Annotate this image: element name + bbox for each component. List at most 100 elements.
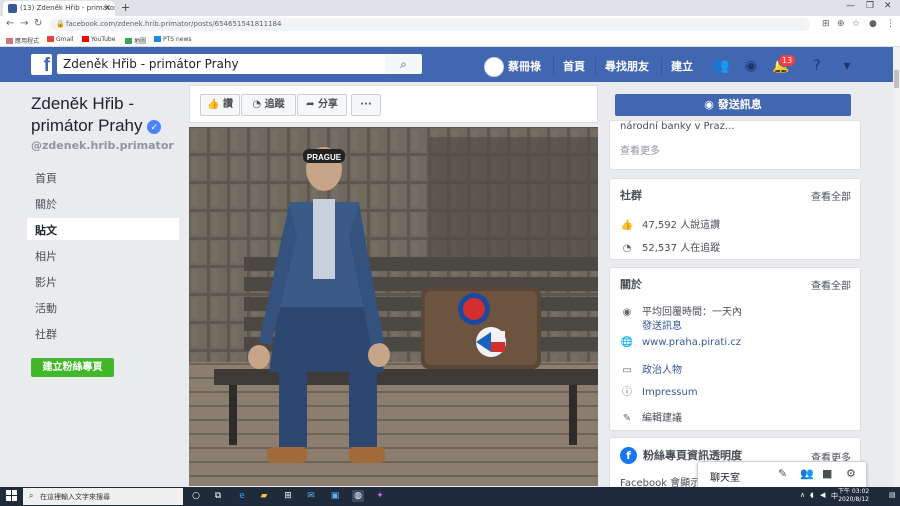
category-link[interactable]: 政治人物 [642, 365, 682, 376]
sidebar-item-about[interactable]: 關於 [27, 192, 179, 214]
pencil-icon: ✎ [622, 413, 632, 424]
create-page-button[interactable]: 建立粉絲專頁 [31, 358, 114, 377]
browser-tab[interactable]: (13) Zdeněk Hřib - primátor Pr... × [3, 1, 115, 16]
volume-icon[interactable]: ◀ [820, 491, 825, 499]
verified-badge-icon: ✓ [147, 120, 162, 134]
sidebar-item-photos[interactable]: 相片 [27, 244, 179, 266]
category-row: ▭ 政治人物 [620, 361, 682, 376]
about-card: 關於 查看全部 ◉ 平均回覆時間：一天內 發送訊息 🌐 www.praha.pira… [609, 267, 861, 431]
website-link[interactable]: www.praha.pirati.cz [642, 337, 741, 348]
page-action-bar: 👍 讚 ◔ 追蹤 ➦ 分享 ··· [189, 85, 598, 123]
facebook-logo-icon[interactable]: f [31, 54, 52, 76]
clock-time: 下午 03:02 [838, 488, 870, 495]
taskbar-search-input[interactable]: ⌕ 在這裡輸入文字來搜尋 [23, 488, 183, 505]
nav-home[interactable]: 首頁 [563, 58, 585, 74]
photos-icon[interactable]: ▣ [329, 490, 341, 502]
header-divider [595, 57, 596, 75]
taskbar-clock[interactable]: 下午 03:02 2020/8/12 [838, 488, 869, 504]
task-view-icon[interactable]: ⧉ [212, 490, 224, 502]
scrollbar-thumb[interactable] [894, 70, 899, 88]
ime-indicator[interactable]: 中 [831, 491, 838, 501]
edge-icon[interactable]: e [236, 490, 248, 502]
forward-icon[interactable]: → [20, 18, 28, 29]
translate-icon[interactable]: ⊞ [822, 19, 830, 29]
help-icon[interactable]: ? [807, 56, 827, 76]
cap-text: PRAGUE [307, 153, 342, 162]
avatar[interactable] [484, 57, 504, 77]
gmail-icon [47, 36, 54, 42]
new-group-icon[interactable]: 👥 [800, 467, 814, 480]
website-row: 🌐 www.praha.pirati.cz [620, 337, 741, 348]
gear-icon[interactable]: ⚙ [846, 467, 856, 480]
tray-chevron-icon[interactable]: ∧ [800, 491, 805, 499]
cortana-icon[interactable]: ○ [190, 490, 202, 502]
nav-find-friends[interactable]: 尋找朋友 [605, 58, 649, 74]
video-call-icon[interactable]: ■ [822, 467, 832, 480]
card-snippet: národní banky v Praz... [620, 121, 735, 132]
reload-icon[interactable]: ↻ [34, 18, 42, 29]
bookmark-youtube[interactable]: YouTube [82, 36, 115, 43]
like-button[interactable]: 👍 讚 [200, 94, 240, 116]
suggest-edits-link[interactable]: 編輯建議 [642, 413, 682, 424]
sidebar-item-videos[interactable]: 影片 [27, 270, 179, 292]
top-info-card: národní banky v Praz... 查看更多 [609, 120, 861, 170]
compose-icon[interactable]: ✎ [778, 467, 787, 480]
sidebar-item-posts[interactable]: 貼文 [27, 218, 179, 240]
notification-center-icon[interactable]: ▤ [889, 491, 896, 499]
store-icon[interactable]: ⊞ [282, 490, 294, 502]
nav-create[interactable]: 建立 [671, 58, 693, 74]
app-icon[interactable]: ✦ [374, 490, 386, 502]
zoom-icon[interactable]: ⊕ [837, 19, 845, 29]
minimize-icon[interactable]: — [846, 1, 855, 11]
file-explorer-icon[interactable]: ▰ [258, 490, 270, 502]
more-options-button[interactable]: ··· [351, 94, 381, 116]
bookmark-apps[interactable]: 應用程式 [6, 36, 39, 45]
likes-count: 👍 47,592 人說這讚 [620, 220, 721, 231]
search-input[interactable]: Zdeněk Hřib - primátor Prahy [57, 54, 385, 74]
bookmark-maps[interactable]: 地圖 [125, 36, 146, 45]
send-message-button[interactable]: ◉ 發送訊息 [615, 94, 851, 116]
sidebar-item-events[interactable]: 活動 [27, 296, 179, 318]
network-icon[interactable]: ◖ [810, 491, 814, 499]
restore-icon[interactable]: ❐ [866, 1, 874, 11]
chat-label: 聊天室 [710, 473, 740, 484]
follows-count: ◔ 52,537 人在追蹤 [620, 239, 721, 254]
scrollbar[interactable] [893, 47, 900, 487]
thumbs-up-icon: 👍 [207, 99, 220, 110]
sidebar-item-community[interactable]: 社群 [27, 322, 179, 344]
share-button[interactable]: ➦ 分享 [297, 94, 347, 116]
mail-icon[interactable]: ✉ [305, 490, 317, 502]
search-icon[interactable]: ⌕ [385, 54, 422, 74]
post-photo[interactable]: PRAGUE [189, 127, 598, 486]
back-icon[interactable]: ← [6, 18, 14, 29]
tag-icon: ▭ [622, 365, 632, 376]
facebook-favicon-icon [8, 4, 17, 13]
sidebar-item-home[interactable]: 首頁 [27, 166, 179, 188]
close-window-icon[interactable]: ✕ [884, 1, 892, 11]
new-tab-icon[interactable]: + [121, 1, 130, 14]
follow-button[interactable]: ◔ 追蹤 [241, 94, 296, 116]
windows-start-icon[interactable] [6, 490, 18, 502]
chat-bar[interactable]: 聊天室 ✎ 👥 ■ ⚙ [697, 461, 867, 488]
bookmark-gmail[interactable]: Gmail [47, 36, 74, 43]
chrome-icon[interactable]: ◍ [352, 490, 364, 502]
bookmark-pts-news[interactable]: PTS news [154, 36, 192, 43]
url-bar[interactable]: 🔒 facebook.com/zdenek.hrib.primator/post… [50, 18, 810, 31]
community-see-all[interactable]: 查看全部 [811, 188, 851, 203]
close-tab-icon[interactable]: × [104, 3, 111, 12]
bookmarks-bar: 應用程式 Gmail YouTube 地圖 PTS news [0, 33, 900, 47]
friend-requests-icon[interactable]: 👥 [711, 56, 731, 76]
account-menu-icon[interactable]: ▾ [837, 56, 857, 76]
about-see-all[interactable]: 查看全部 [811, 277, 851, 292]
about-send-message-link[interactable]: 發送訊息 [642, 317, 682, 332]
profile-icon[interactable]: ● [869, 19, 877, 29]
impressum-link[interactable]: Impressum [642, 387, 698, 398]
rss-icon: ◔ [622, 243, 632, 254]
info-icon: ⓘ [622, 387, 632, 398]
page-handle[interactable]: @zdenek.hrib.primator [31, 139, 174, 152]
see-more-link[interactable]: 查看更多 [620, 142, 660, 157]
header-user-name[interactable]: 蔡冊祿 [508, 58, 541, 74]
bookmark-star-icon[interactable]: ☆ [852, 19, 860, 29]
menu-icon[interactable]: ⋮ [886, 19, 895, 29]
messenger-icon[interactable]: ◉ [741, 56, 761, 76]
